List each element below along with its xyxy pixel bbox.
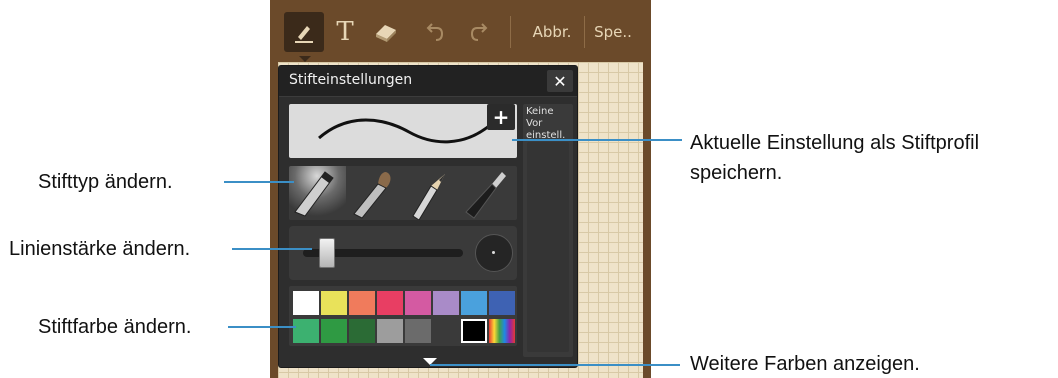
line-width-control	[289, 226, 517, 280]
line-width-preview	[475, 234, 513, 272]
marker-pen-icon	[294, 171, 334, 217]
color-swatch[interactable]	[405, 291, 431, 315]
color-swatch[interactable]	[321, 291, 347, 315]
callout-line-width: Linienstärke ändern.	[9, 238, 191, 260]
color-swatch[interactable]	[405, 319, 431, 343]
fountain-pen-icon	[465, 172, 506, 219]
callout-pen-type: Stifttyp ändern.	[38, 171, 173, 193]
callout-line-line-width	[232, 248, 312, 250]
add-preset-button[interactable]: +	[487, 104, 515, 130]
panel-header: Stifteinstellungen ✕	[279, 66, 577, 97]
callout-pen-color: Stiftfarbe ändern.	[38, 316, 192, 338]
pen-icon	[295, 26, 313, 43]
stroke-preview-line	[318, 118, 490, 144]
pen-settings-panel: Stifteinstellungen ✕ + Keine Vor einstel…	[278, 65, 578, 368]
callout-more-colors: Weitere Farben anzeigen.	[690, 353, 920, 375]
pen-type-pencil[interactable]	[403, 166, 460, 220]
redo-icon	[470, 23, 488, 41]
color-swatch-custom[interactable]	[489, 319, 515, 343]
color-swatch[interactable]	[433, 291, 459, 315]
color-swatch[interactable]	[461, 319, 487, 343]
color-swatch[interactable]	[349, 291, 375, 315]
pen-type-brush[interactable]	[346, 166, 403, 220]
pencil-icon	[412, 174, 445, 220]
undo-icon	[426, 23, 444, 41]
color-palette	[289, 286, 517, 346]
color-swatch[interactable]	[321, 319, 347, 343]
preset-list-empty	[527, 142, 569, 352]
undo-button[interactable]	[420, 12, 452, 52]
toolbar: T Abbr. Spe..	[270, 0, 651, 62]
redo-button[interactable]	[462, 12, 494, 52]
color-swatch[interactable]	[377, 319, 403, 343]
panel-title: Stifteinstellungen	[289, 72, 413, 88]
color-swatch[interactable]	[433, 319, 459, 343]
callout-line-pen-color	[228, 326, 296, 328]
close-icon: ✕	[553, 71, 567, 91]
toolbar-divider	[510, 16, 511, 48]
color-swatch[interactable]	[461, 291, 487, 315]
line-width-slider-thumb[interactable]	[319, 238, 335, 268]
color-swatch[interactable]	[293, 319, 319, 343]
preset-list: Keine Vor einstell.	[523, 104, 573, 357]
pen-tool-button[interactable]	[284, 12, 324, 52]
toolbar-divider	[584, 16, 585, 48]
plus-icon: +	[492, 105, 510, 129]
callout-line-save-profile	[512, 139, 682, 141]
pen-type-marker[interactable]	[289, 166, 346, 220]
pen-type-selector	[289, 166, 517, 220]
stroke-preview	[289, 104, 517, 158]
close-button[interactable]: ✕	[547, 70, 573, 92]
text-tool-button[interactable]: T	[330, 12, 360, 52]
callout-save-profile-line1: Aktuelle Einstellung als Stiftprofil	[690, 132, 980, 154]
color-swatch[interactable]	[489, 291, 515, 315]
color-swatch[interactable]	[349, 319, 375, 343]
text-icon: T	[336, 17, 354, 47]
eraser-icon	[376, 25, 396, 42]
cancel-button[interactable]: Abbr.	[524, 12, 580, 52]
color-swatch[interactable]	[293, 291, 319, 315]
eraser-tool-button[interactable]	[366, 12, 406, 52]
no-presets-label: Keine Vor einstell.	[526, 106, 566, 141]
line-width-dot	[492, 251, 495, 254]
brush-pen-icon	[353, 172, 391, 219]
callout-line-more-colors	[430, 364, 680, 366]
pen-type-fountain[interactable]	[460, 166, 517, 220]
callout-save-profile-line2: speichern.	[690, 162, 783, 184]
color-swatch[interactable]	[377, 291, 403, 315]
callout-line-pen-type	[224, 181, 294, 183]
selected-tool-indicator	[299, 56, 311, 62]
save-button[interactable]: Spe..	[590, 12, 636, 52]
